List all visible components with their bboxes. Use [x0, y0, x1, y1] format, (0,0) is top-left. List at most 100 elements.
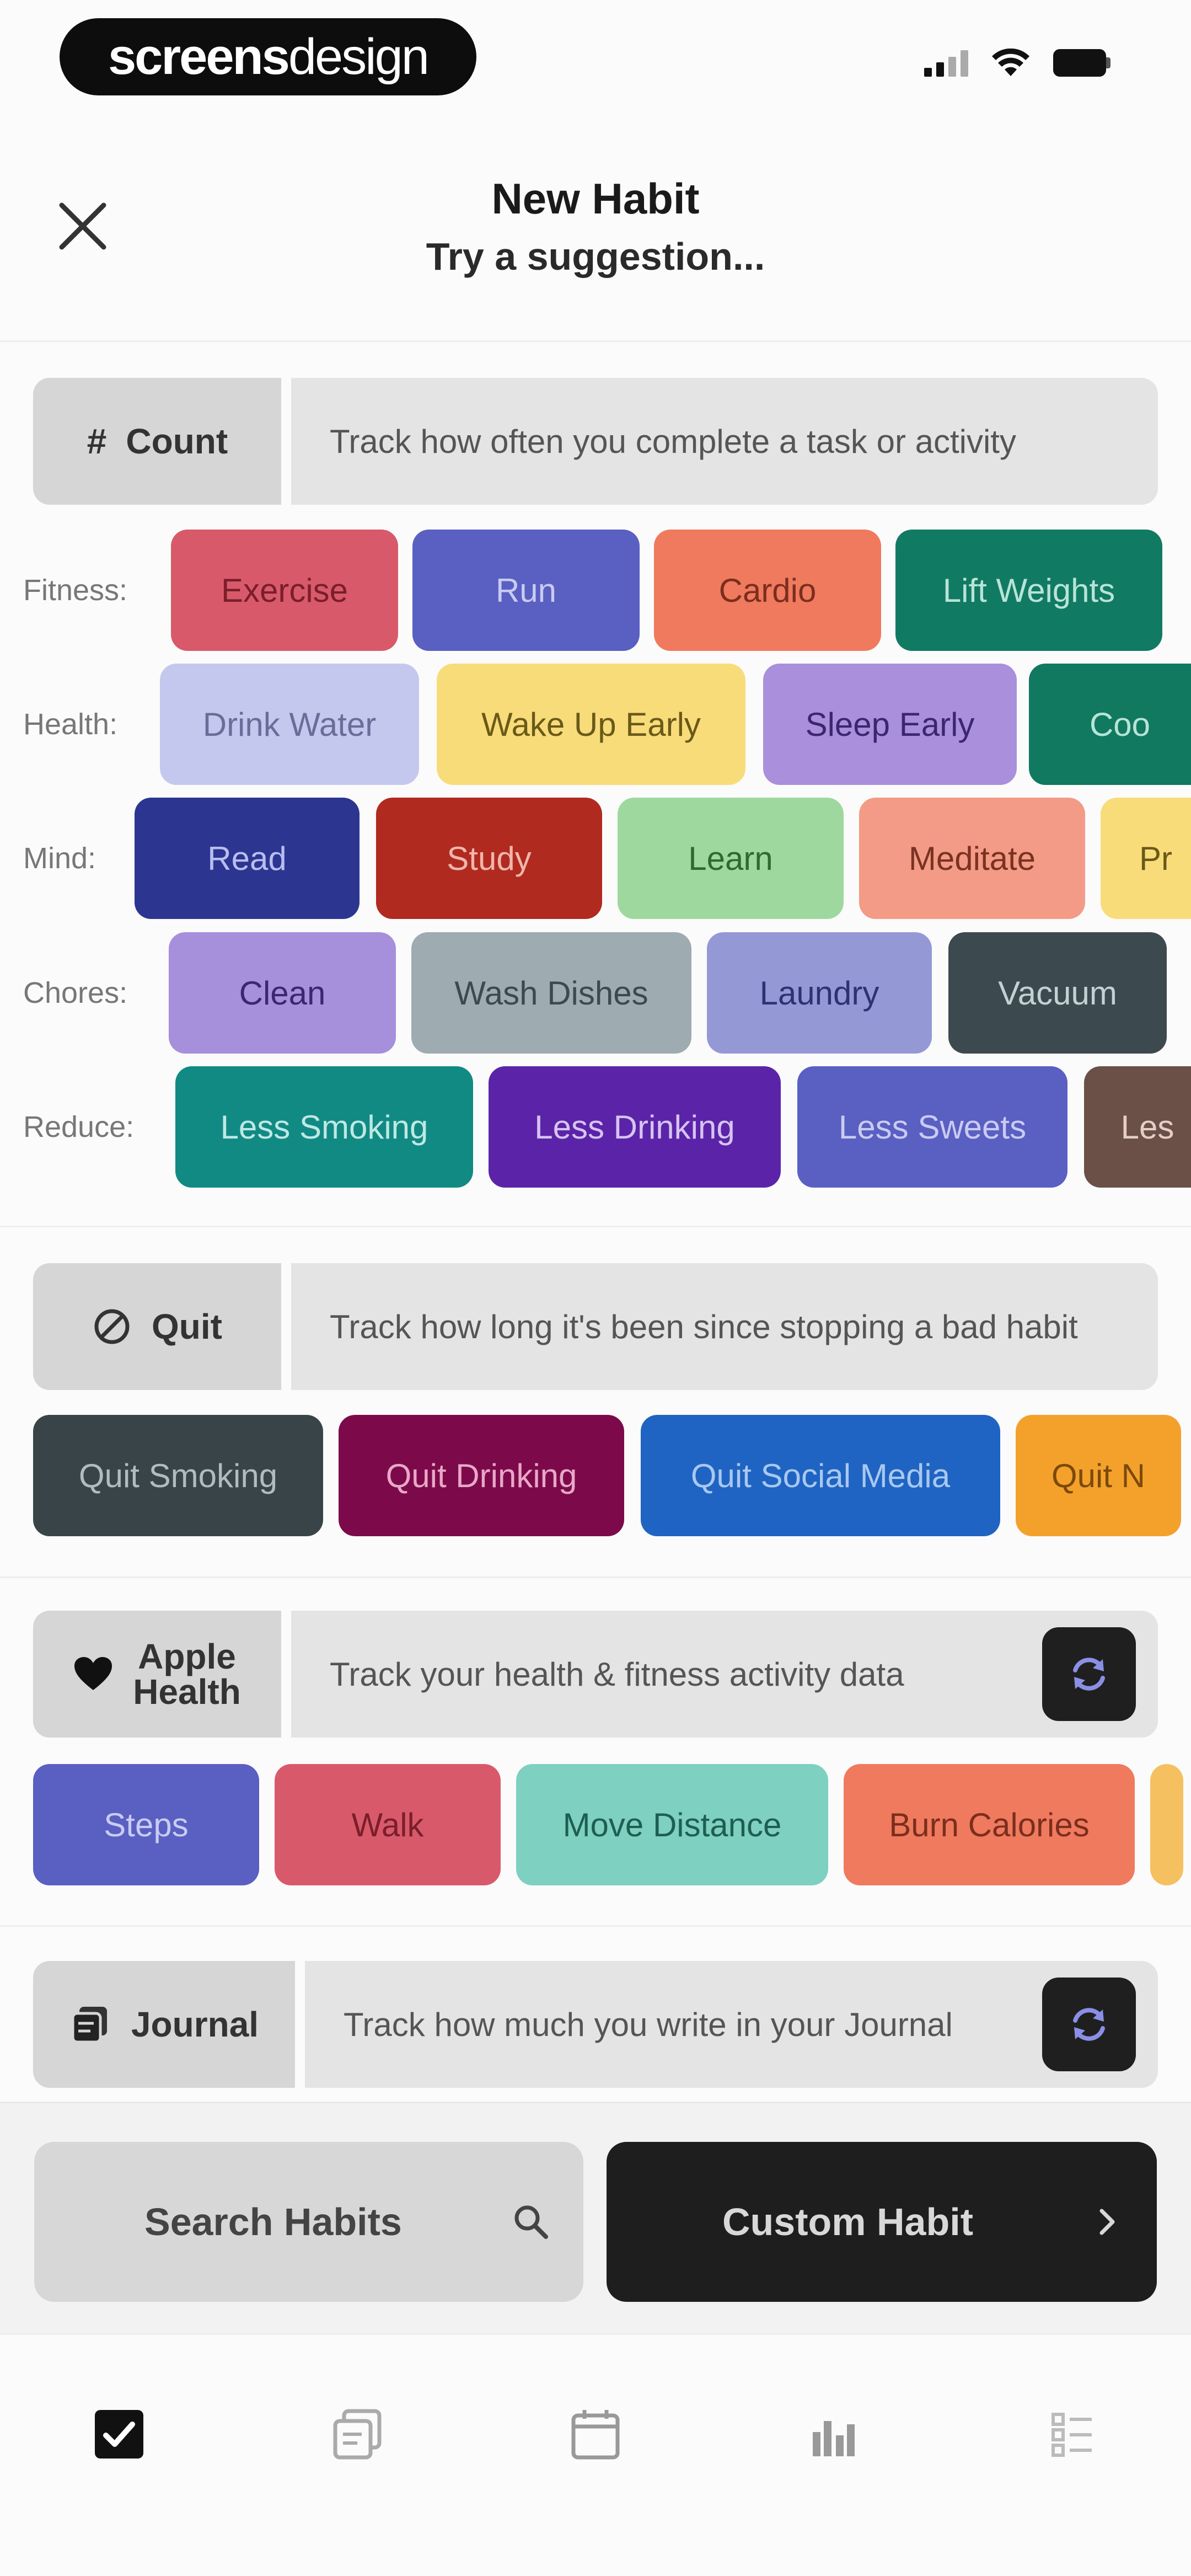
habit-suggestion-chip[interactable]: Laundry [707, 932, 932, 1054]
journal-label: Journal [131, 2005, 259, 2044]
hash-icon: # [86, 421, 106, 461]
apple-health-label: Apple Health [133, 1637, 241, 1712]
tab-journal[interactable] [319, 2396, 396, 2473]
habit-suggestion-chip[interactable]: Wake Up Early [437, 664, 745, 785]
count-chip-row: Health: Drink Water Wake Up Early Sleep Ear… [0, 664, 1191, 785]
habit-suggestion-chip[interactable]: Steps [33, 1764, 259, 1885]
brand-logo-text-bold: screens [108, 28, 290, 85]
divider [0, 1925, 1191, 1927]
habit-suggestion-chip[interactable]: Exercise [171, 530, 398, 651]
tab-habits[interactable] [81, 2396, 158, 2473]
quit-label: Quit [152, 1307, 222, 1346]
apple-health-description-text: Track your health & fitness activity dat… [330, 1655, 904, 1693]
page-subtitle: Try a suggestion... [426, 235, 765, 278]
wifi-icon [992, 49, 1029, 76]
journal-description: Track how much you write in your Journal [305, 1961, 1158, 2088]
habit-suggestion-chip[interactable]: Less Smoking [175, 1066, 473, 1188]
list-icon [1051, 2413, 1092, 2457]
habit-suggestion-chip[interactable]: Wash Dishes [411, 932, 691, 1054]
journal-icon [333, 2409, 382, 2460]
action-area: Search Habits Custom Habit [0, 2102, 1191, 2333]
page-title: New Habit [491, 174, 700, 223]
quit-description: Track how long it's been since stopping … [291, 1263, 1158, 1390]
tab-stats[interactable] [795, 2396, 872, 2473]
brand-logo: screens design [60, 18, 476, 95]
status-icons [924, 49, 1114, 77]
habit-suggestion-chip[interactable]: Walk [275, 1764, 501, 1885]
habit-suggestion-chip[interactable]: Meditate [859, 798, 1085, 919]
row-category-label: Reduce: [23, 1110, 135, 1143]
habit-suggestion-chip[interactable]: Sleep Early [763, 664, 1017, 785]
sync-icon [1073, 1658, 1105, 1691]
apple-health-sync-button[interactable] [1042, 1627, 1136, 1721]
count-type-row[interactable]: # Count Track how often you complete a t… [33, 378, 1158, 505]
divider [0, 1576, 1191, 1578]
no-symbol-icon [94, 1309, 130, 1344]
habit-suggestion-chip[interactable]: Quit Smoking [33, 1415, 323, 1536]
sync-icon [1073, 2008, 1105, 2041]
tab-bar [0, 2333, 1191, 2576]
journal-icon [71, 2007, 107, 2044]
stats-icon [813, 2421, 855, 2456]
journal-sync-button[interactable] [1042, 1978, 1136, 2071]
custom-habit-label: Custom Habit [722, 2200, 973, 2243]
quit-type-row[interactable]: Quit Track how long it's been since stop… [33, 1263, 1158, 1390]
habit-suggestion-chip[interactable]: Pr [1101, 798, 1191, 919]
count-description: Track how often you complete a task or a… [291, 378, 1158, 505]
heart-icon [74, 1657, 112, 1690]
chevron-right-icon [1099, 2209, 1115, 2235]
brand-logo-text-light: design [288, 28, 430, 85]
apple-health-chip-row: Steps Walk Move Distance Burn Calories [0, 1764, 1191, 1885]
apple-health-description: Track your health & fitness activity dat… [291, 1611, 1158, 1738]
tab-list[interactable] [1033, 2396, 1110, 2473]
habit-suggestion-chip[interactable] [1150, 1764, 1183, 1885]
quit-type-label: Quit [33, 1263, 281, 1390]
search-icon [514, 2205, 548, 2239]
count-chip-row: Reduce: Less Smoking Less Drinking Less Swe… [0, 1066, 1191, 1188]
row-category-label: Mind: [23, 842, 96, 875]
journal-type-row[interactable]: Journal Track how much you write in your… [33, 1961, 1158, 2088]
count-chip-row: Chores: Clean Wash Dishes Laundry Vacuum [0, 932, 1191, 1054]
habit-suggestion-chip[interactable]: Study [376, 798, 602, 919]
habit-suggestion-chip[interactable]: Quit Social Media [641, 1415, 1000, 1536]
divider [0, 1226, 1191, 1227]
battery-icon [1053, 49, 1114, 77]
habit-suggestion-chip[interactable]: Lift Weights [895, 530, 1162, 651]
search-habits-button[interactable]: Search Habits [34, 2142, 583, 2302]
apple-health-type-label: Apple Health [33, 1611, 281, 1738]
journal-type-label: Journal [33, 1961, 295, 2088]
habit-suggestion-chip[interactable]: Clean [169, 932, 396, 1054]
habit-suggestion-chip[interactable]: Learn [618, 798, 844, 919]
search-habits-label: Search Habits [144, 2200, 402, 2243]
habit-suggestion-chip[interactable]: Vacuum [948, 932, 1167, 1054]
custom-habit-button[interactable]: Custom Habit [607, 2142, 1157, 2302]
habit-suggestion-chip[interactable]: Les [1084, 1066, 1191, 1188]
habit-suggestion-chip[interactable]: Less Sweets [797, 1066, 1067, 1188]
apple-health-type-row[interactable]: Apple Health Track your health & fitness… [33, 1611, 1158, 1738]
count-type-label: # Count [33, 378, 281, 505]
cellular-signal-icon [924, 49, 968, 77]
tab-calendar[interactable] [557, 2396, 634, 2473]
header: New Habit Try a suggestion... [0, 121, 1191, 342]
habit-suggestion-chip[interactable]: Quit N [1016, 1415, 1181, 1536]
count-chip-row: Mind: Read Study Learn Meditate Pr [0, 798, 1191, 919]
habit-suggestion-chip[interactable]: Less Drinking [489, 1066, 781, 1188]
count-label: Count [126, 421, 228, 461]
checkbox-icon [95, 2410, 143, 2459]
habit-suggestion-chip[interactable]: Read [135, 798, 360, 919]
habit-suggestion-chip[interactable]: Drink Water [160, 664, 419, 785]
journal-description-text: Track how much you write in your Journal [344, 2006, 953, 2043]
habit-suggestion-chip[interactable]: Cardio [654, 530, 881, 651]
habit-suggestion-chip[interactable]: Burn Calories [844, 1764, 1135, 1885]
status-bar: screens design [0, 0, 1191, 121]
habit-suggestion-chip[interactable]: Quit Drinking [339, 1415, 624, 1536]
row-category-label: Chores: [23, 976, 128, 1009]
row-category-label: Fitness: [23, 574, 128, 607]
habit-suggestion-chip[interactable]: Coo [1029, 664, 1191, 785]
screen: screens design New Habit Try a suggestion… [0, 0, 1191, 2576]
calendar-icon [571, 2410, 620, 2460]
habit-suggestion-chip[interactable]: Run [412, 530, 640, 651]
count-chip-row: Fitness: Exercise Run Cardio Lift Weights [0, 530, 1191, 651]
habit-suggestion-chip[interactable]: Move Distance [516, 1764, 828, 1885]
row-category-label: Health: [23, 708, 118, 741]
